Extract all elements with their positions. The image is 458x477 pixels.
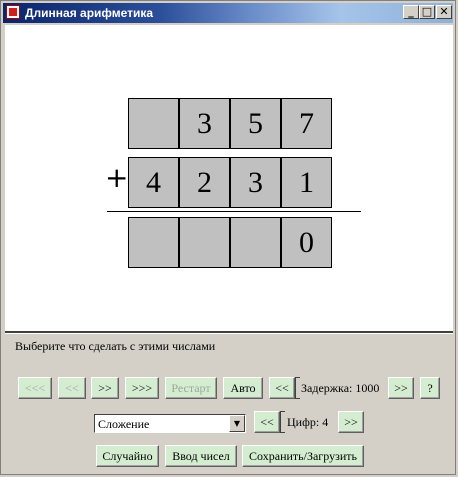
delay-bracket [295,377,300,399]
status-text: Выберите что сделать с этими числами [15,339,216,353]
title-bar[interactable]: Длинная арифметика _ □ ✕ [3,3,453,23]
minimize-button[interactable]: _ [403,5,419,19]
result-digit-1 [128,217,179,268]
sum-line [107,211,361,212]
first-step-button[interactable]: <<< [18,377,52,399]
restart-button[interactable]: Рестарт [165,377,217,399]
delay-increase-button[interactable]: >> [388,377,414,399]
operand2-digit-3: 3 [230,157,281,208]
operation-select[interactable]: Сложение ▼ [94,414,246,433]
window-title: Длинная арифметика [25,6,154,20]
result-digit-2 [179,217,230,268]
last-step-button[interactable]: >>> [125,377,159,399]
panel-divider [5,331,453,334]
operand1-digit-3: 5 [230,98,281,149]
digits-label: Цифр: 4 [287,415,329,429]
operand2-digit-4: 1 [281,157,332,208]
operand1-digit-4: 7 [281,98,332,149]
operand1-digit-1 [128,98,179,149]
delay-decrease-button[interactable]: << [269,377,295,399]
save-load-button[interactable]: Сохранить/Загрузить [242,445,364,467]
input-numbers-button[interactable]: Ввод чисел [165,445,237,467]
operand2-digit-1: 4 [128,157,179,208]
operation-selected-value: Сложение [98,417,150,431]
result-digit-4: 0 [281,217,332,268]
plus-sign: + [105,161,129,194]
close-button[interactable]: ✕ [436,5,452,19]
operand1-digit-2: 3 [179,98,230,149]
dropdown-arrow-icon[interactable]: ▼ [229,415,245,432]
auto-button[interactable]: Авто [223,377,263,399]
maximize-button[interactable]: □ [419,5,435,19]
calculation-area: 3 5 7 + 4 2 3 1 0 [5,25,453,331]
app-icon [6,5,20,19]
random-button[interactable]: Случайно [96,445,159,467]
delay-label: Задержка: 1000 [301,381,380,395]
app-window: Длинная арифметика _ □ ✕ 3 5 7 + 4 2 3 1… [0,0,456,475]
digits-decrease-button[interactable]: << [254,411,280,433]
next-step-button[interactable]: >> [91,377,119,399]
digits-increase-button[interactable]: >> [338,411,364,433]
help-button[interactable]: ? [420,377,440,399]
digits-bracket [280,411,285,433]
operand2-digit-2: 2 [179,157,230,208]
result-digit-3 [230,217,281,268]
prev-step-button[interactable]: << [58,377,86,399]
